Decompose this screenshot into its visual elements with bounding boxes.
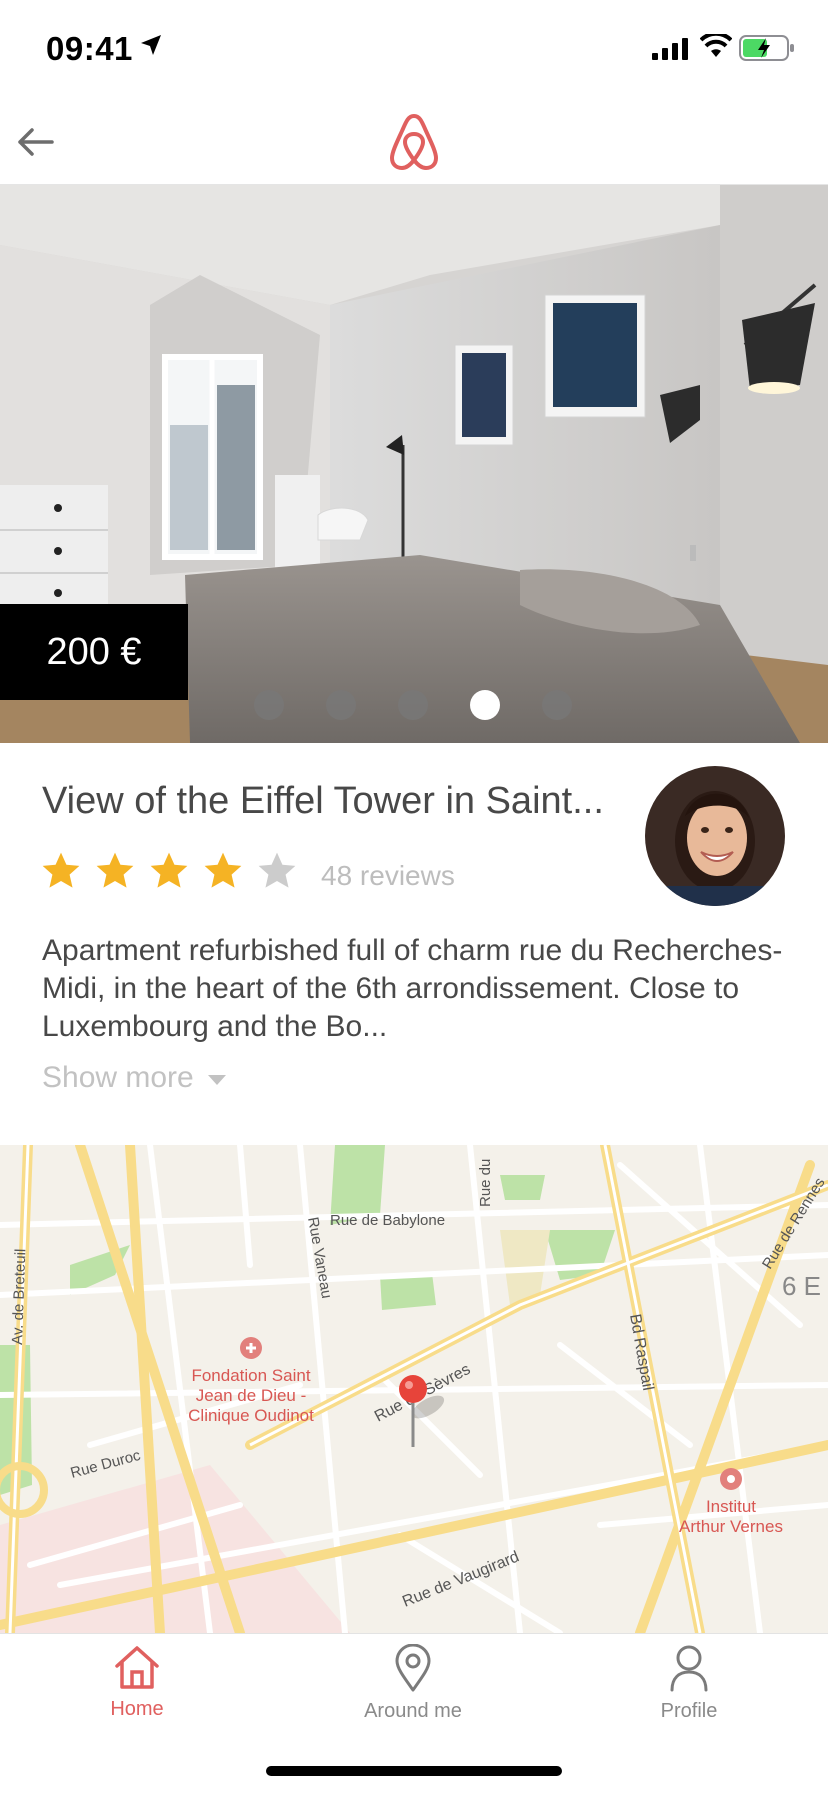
navigation-bar xyxy=(0,100,828,185)
listing-photo-carousel[interactable]: 200 € xyxy=(0,185,828,743)
map-label-rue-du: Rue du xyxy=(477,1159,494,1207)
status-time: 09:41 xyxy=(46,30,133,67)
map-pin-icon[interactable] xyxy=(399,1375,427,1403)
cellular-signal-icon xyxy=(652,38,688,60)
poi-institut-line2: Arthur Vernes xyxy=(679,1517,783,1536)
location-map[interactable]: Rue de Babylone Rue Vaneau Rue du Rue de… xyxy=(0,1145,828,1633)
map-label-rue-babylone: Rue de Babylone xyxy=(330,1212,445,1229)
poi-fondation-line3: Clinique Oudinot xyxy=(188,1406,314,1425)
carousel-dot[interactable] xyxy=(542,690,572,720)
map-label-av-breteuil: Av. de Breteuil xyxy=(9,1248,29,1345)
wifi-icon xyxy=(700,34,732,57)
listing-title[interactable]: View of the Eiffel Tower in Saint... xyxy=(42,780,604,823)
star-filled-icon xyxy=(42,852,80,888)
status-bar: 09:41 xyxy=(0,0,828,100)
star-filled-icon xyxy=(150,852,188,888)
home-icon xyxy=(115,1646,159,1689)
map-canvas: Rue de Babylone Rue Vaneau Rue du Rue de… xyxy=(0,1145,828,1633)
carousel-dot[interactable] xyxy=(326,690,356,720)
tab-home-label: Home xyxy=(110,1698,164,1720)
star-filled-icon xyxy=(204,852,242,888)
poi-fondation-line2: Jean de Dieu - xyxy=(196,1386,307,1405)
carousel-dot[interactable] xyxy=(254,690,284,720)
battery-icon xyxy=(739,35,794,61)
carousel-dot[interactable] xyxy=(398,690,428,720)
user-icon xyxy=(670,1645,708,1692)
poi-institut-line1: Institut xyxy=(706,1497,756,1516)
carousel-pagination[interactable] xyxy=(254,690,572,720)
show-more-label: Show more xyxy=(42,1061,194,1094)
tab-around-me[interactable]: Around me xyxy=(313,1644,513,1744)
host-avatar[interactable] xyxy=(645,766,785,906)
arrow-left-icon[interactable] xyxy=(14,120,58,164)
tab-home[interactable]: Home xyxy=(37,1644,237,1744)
map-label-district: 6 E xyxy=(782,1271,821,1301)
airbnb-logo-icon xyxy=(390,114,438,170)
host-photo xyxy=(645,766,785,906)
chevron-down-icon xyxy=(207,1075,226,1085)
tab-profile-label: Profile xyxy=(660,1700,718,1722)
map-pin-icon xyxy=(395,1644,431,1692)
tab-profile[interactable]: Profile xyxy=(589,1644,789,1744)
listing-description: Apartment refurbished full of charm rue … xyxy=(42,934,783,1043)
location-arrow-icon xyxy=(141,35,161,55)
carousel-dot-active[interactable] xyxy=(470,690,500,720)
review-count[interactable]: 48 reviews xyxy=(321,860,455,892)
poi-fondation-line1: Fondation Saint xyxy=(191,1366,310,1385)
show-more-button[interactable]: Show more xyxy=(42,1061,226,1095)
tab-around-me-label: Around me xyxy=(364,1700,462,1722)
rating-stars xyxy=(40,850,298,892)
home-indicator[interactable] xyxy=(266,1766,562,1776)
price-tag: 200 € xyxy=(0,604,188,700)
star-empty-icon xyxy=(258,852,296,888)
star-filled-icon xyxy=(96,852,134,888)
